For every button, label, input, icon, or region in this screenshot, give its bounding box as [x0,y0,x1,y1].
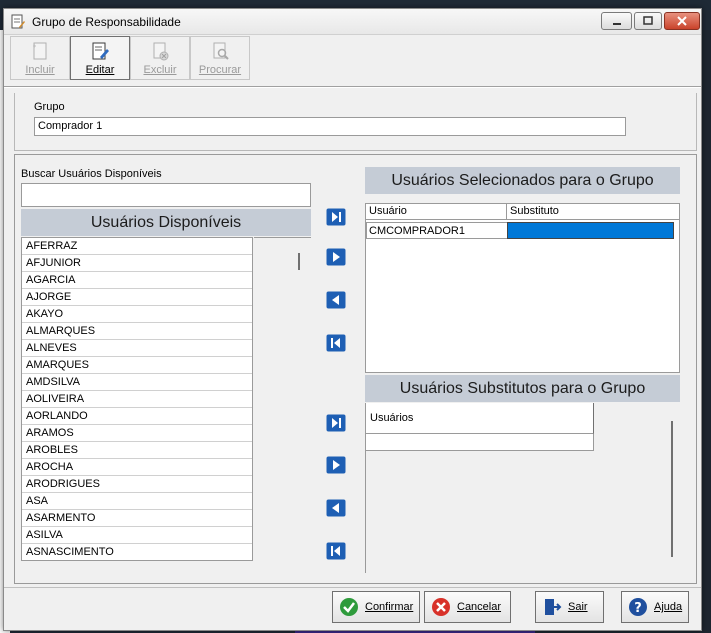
list-item[interactable]: ARODRIGUES [22,476,252,493]
buscar-usuarios-input[interactable] [21,183,311,207]
col-usuario-header[interactable]: Usuário [366,204,507,219]
grupo-input[interactable]: Comprador 1 [34,117,626,136]
table-row[interactable] [366,434,594,451]
title-bar[interactable]: Grupo de Responsabilidade [4,9,701,35]
ajuda-label: Ajuda [654,601,683,613]
disponiveis-list[interactable]: AFERRAZ AFJUNIOR AGARCIA AJORGE AKAYO ALMARQU… [21,237,253,561]
list-item[interactable]: ASARMENTO [22,510,252,527]
toolbar-divider [4,86,701,88]
search-document-icon [213,42,229,60]
substituto-move-left-button[interactable] [326,499,346,517]
list-item[interactable]: AORLANDO [22,408,252,425]
incluir-label: Incluir [25,64,55,76]
move-all-left-button[interactable] [326,334,346,352]
substitutos-scrollbar[interactable] [671,421,673,557]
incluir-button[interactable]: Incluir [10,36,70,80]
substituto-cell[interactable] [507,222,674,239]
substitutos-header: Usuários Substitutos para o Grupo [365,375,680,402]
sair-button[interactable]: Sair [535,591,604,623]
new-document-icon [33,42,47,60]
table-row[interactable]: CMCOMPRADOR1 [366,222,679,239]
window-title: Grupo de Responsabilidade [32,15,181,29]
minimize-button[interactable] [601,12,632,30]
substituto-move-right-button[interactable] [326,456,346,474]
excluir-label: Excluir [143,64,177,76]
edit-document-icon [92,42,109,60]
list-item[interactable]: AROCHA [22,459,252,476]
usuario-cell[interactable]: CMCOMPRADOR1 [366,222,507,239]
document-edit-icon [11,14,25,29]
list-item[interactable]: AROBLES [22,442,252,459]
list-item[interactable]: AJORGE [22,289,252,306]
move-all-right-button[interactable] [326,208,346,226]
list-item[interactable]: AFERRAZ [22,238,252,255]
dialog-window: Grupo de Responsabilidade Incluir Editar… [3,8,702,631]
list-item[interactable]: ALMARQUES [22,323,252,340]
toolbar: Incluir Editar Excluir Procurar [10,36,250,82]
editar-label: Editar [85,64,115,76]
bottom-divider [4,587,701,589]
substituto-move-all-right-button[interactable] [326,414,346,432]
list-item[interactable]: AMDSILVA [22,374,252,391]
list-item[interactable]: AKAYO [22,306,252,323]
move-left-button[interactable] [326,291,346,309]
list-item[interactable]: ARAMOS [22,425,252,442]
disponiveis-header: Usuários Disponíveis [21,209,311,236]
maximize-icon [643,16,653,25]
list-item[interactable]: ASNASCIMENTO [22,544,252,560]
excluir-button[interactable]: Excluir [130,36,190,80]
confirmar-button[interactable]: Confirmar [332,591,420,623]
move-right-button[interactable] [326,248,346,266]
delete-document-icon [153,42,169,61]
cancel-icon [432,598,450,616]
list-item[interactable]: AOLIVEIRA [22,391,252,408]
close-icon [677,16,687,26]
ajuda-button[interactable]: ? Ajuda [621,591,689,623]
help-icon: ? [629,598,647,616]
list-item[interactable]: AGARCIA [22,272,252,289]
check-icon [340,598,358,616]
minimize-icon [612,23,621,25]
disponiveis-list-scroll-area [254,237,311,561]
substitutos-grid[interactable]: Usuários [365,403,680,573]
procurar-button[interactable]: Procurar [190,36,250,80]
list-item[interactable]: ASA [22,493,252,510]
svg-text:?: ? [634,601,642,616]
selecionados-grid-header: Usuário Substituto [366,204,679,220]
disponiveis-scrollbar[interactable] [298,253,300,270]
col-substituto-header[interactable]: Substituto [507,204,559,219]
procurar-label: Procurar [198,64,242,76]
list-item[interactable]: AMARQUES [22,357,252,374]
cancelar-label: Cancelar [457,601,502,613]
exit-door-icon [545,599,562,615]
close-button[interactable] [664,12,700,30]
cancelar-button[interactable]: Cancelar [424,591,511,623]
selecionados-header: Usuários Selecionados para o Grupo [365,167,680,194]
editar-button[interactable]: Editar [70,36,130,80]
list-item[interactable]: AFJUNIOR [22,255,252,272]
substituto-move-all-left-button[interactable] [326,542,346,560]
grupo-label: Grupo [34,101,65,113]
col-usuarios-header[interactable]: Usuários [366,403,594,434]
maximize-button[interactable] [634,12,662,30]
list-item[interactable]: ALNEVES [22,340,252,357]
confirmar-label: Confirmar [365,601,414,613]
sair-label: Sair [568,601,588,613]
buscar-label: Buscar Usuários Disponíveis [21,168,162,180]
selecionados-grid[interactable]: Usuário Substituto CMCOMPRADOR1 [365,203,680,373]
list-item[interactable]: ASILVA [22,527,252,544]
